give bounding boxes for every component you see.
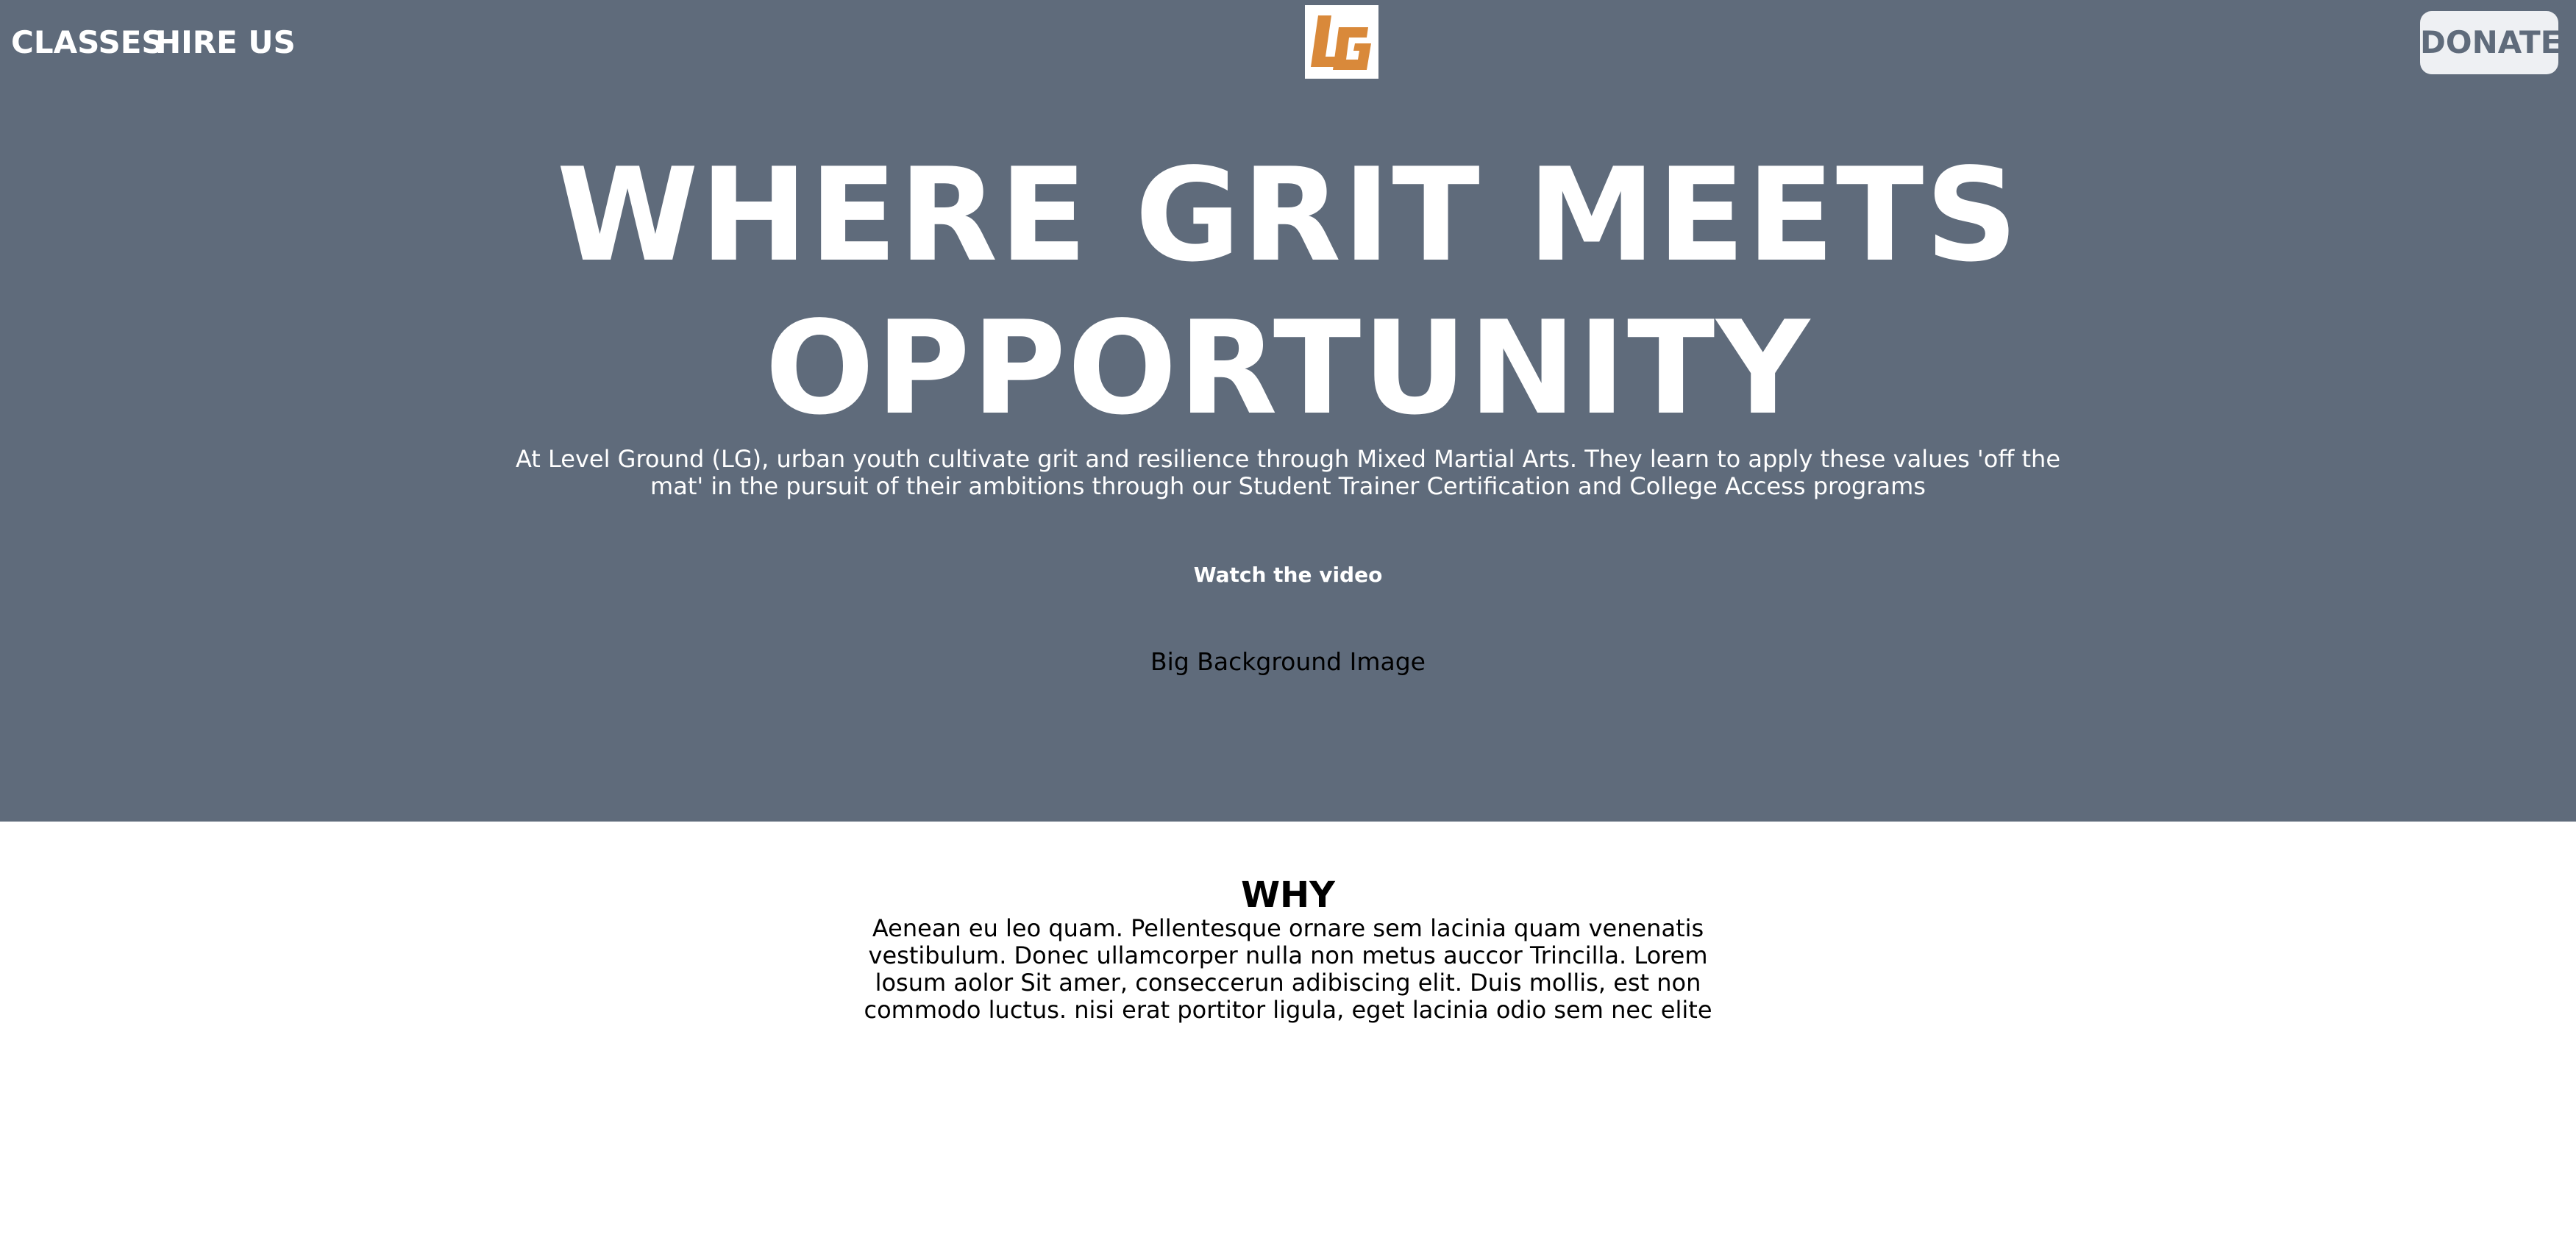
lg-logo-icon — [1311, 15, 1371, 70]
hero-title: WHERE GRIT MEETS OPPORTUNITY — [0, 140, 2576, 446]
background-image-placeholder: Big Background Image — [1150, 647, 1426, 676]
hero-title-line-2: OPPORTUNITY — [764, 294, 1812, 444]
why-heading: WHY — [1241, 875, 1335, 916]
nav-link-hire-us[interactable]: HIRE US — [155, 21, 296, 65]
hero-section: CLASSES HIRE US DONATE WHERE GRIT MEETS … — [0, 0, 2576, 822]
donate-button[interactable]: DONATE — [2420, 11, 2561, 74]
watch-video-link[interactable]: Watch the video — [0, 560, 2576, 590]
nav-link-classes[interactable]: CLASSES — [11, 21, 164, 65]
hero-description: At Level Ground (LG), urban youth cultiv… — [515, 445, 2061, 500]
why-description: Aenean eu leo quam. Pellentesque ornare … — [864, 914, 1712, 1024]
lg-logo[interactable] — [1305, 5, 1378, 79]
hero-title-line-1: WHERE GRIT MEETS — [556, 141, 2020, 291]
